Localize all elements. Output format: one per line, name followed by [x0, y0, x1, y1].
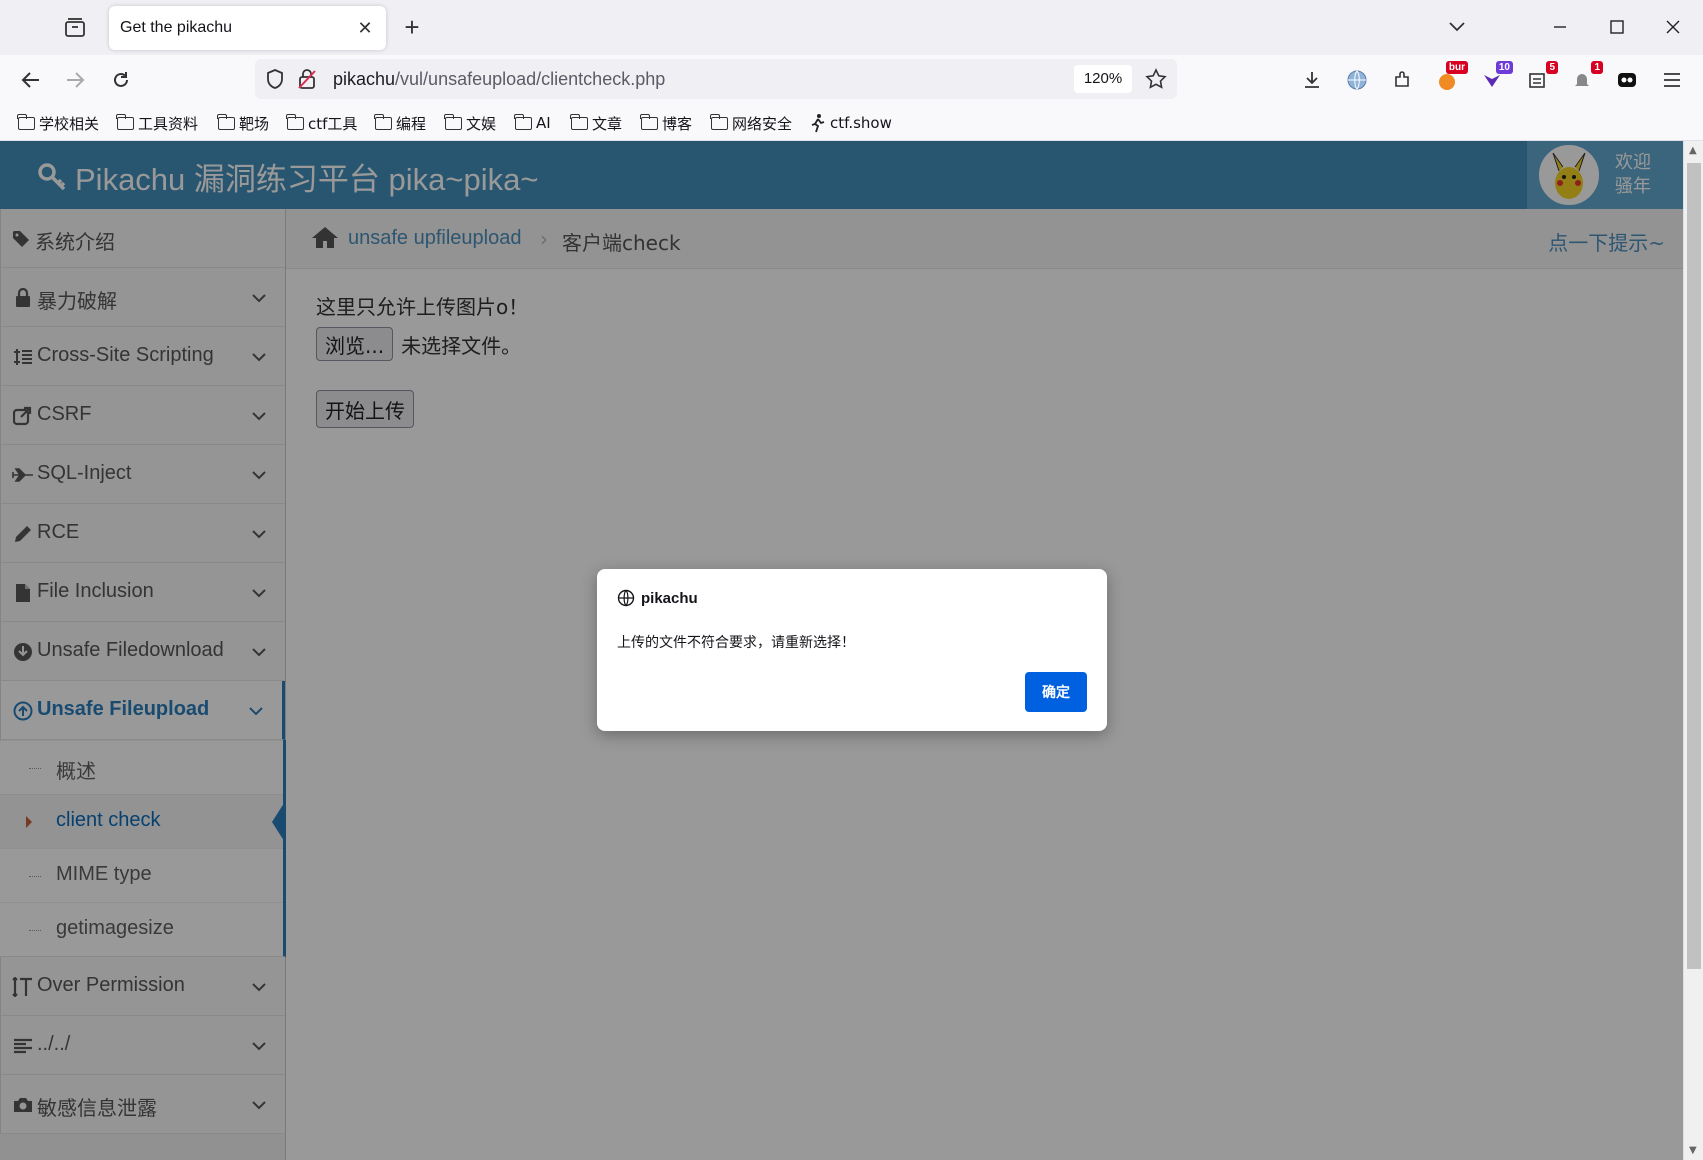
active-tab[interactable]: Get the pikachu ✕	[109, 6, 386, 50]
forward-arrow-icon[interactable]	[60, 65, 90, 95]
bookmarks-toolbar: 学校相关 工具资料 靶场 ctf工具 编程 文娱 AI 文章 博客 网络安全 c…	[0, 105, 1703, 141]
globe-icon	[617, 589, 635, 607]
scroll-down-icon[interactable]: ▼	[1689, 1145, 1697, 1156]
folder-icon	[570, 113, 588, 130]
zoom-level-badge[interactable]: 120%	[1074, 65, 1132, 93]
alert-dialog: pikachu 上传的文件不符合要求，请重新选择！ 确定	[597, 569, 1107, 731]
folder-icon	[116, 113, 134, 130]
bookmark-folder[interactable]: 靶场	[217, 112, 269, 134]
dialog-ok-button[interactable]: 确定	[1025, 672, 1087, 712]
bookmark-folder[interactable]: 文娱	[444, 112, 496, 134]
bookmark-folder[interactable]: 网络安全	[710, 112, 792, 134]
folder-icon	[374, 113, 392, 130]
bookmark-folder[interactable]: 文章	[570, 112, 622, 134]
downloads-icon[interactable]	[1297, 65, 1327, 95]
bookmark-folder[interactable]: ctf工具	[286, 112, 357, 134]
extensions-puzzle-icon[interactable]	[1387, 65, 1417, 95]
bookmark-folder[interactable]: 工具资料	[116, 112, 198, 134]
folder-icon	[514, 113, 532, 130]
folder-icon	[444, 113, 462, 130]
tab-overview-icon[interactable]	[60, 14, 90, 42]
burp-extension-icon[interactable]: bur	[1432, 61, 1468, 95]
scrollbar-thumb[interactable]	[1687, 163, 1701, 969]
mask-extension-icon[interactable]	[1612, 65, 1642, 95]
hackbar-extension-icon[interactable]: 10	[1477, 61, 1513, 95]
folder-icon	[640, 113, 658, 130]
notes-extension-icon[interactable]: 5	[1522, 61, 1558, 95]
bookmark-folder[interactable]: AI	[514, 112, 551, 134]
folder-icon	[217, 113, 235, 130]
folder-icon	[286, 113, 304, 130]
dialog-message: 上传的文件不符合要求，请重新选择！	[617, 635, 855, 651]
minimize-icon[interactable]	[1545, 12, 1575, 42]
folder-icon	[710, 113, 728, 130]
close-window-icon[interactable]	[1658, 12, 1688, 42]
runner-icon	[811, 114, 825, 133]
bookmark-link[interactable]: ctf.show	[810, 112, 892, 134]
bell-extension-icon[interactable]: 1	[1567, 61, 1603, 95]
tab-list-chevron-icon[interactable]	[1442, 12, 1472, 42]
reload-icon[interactable]	[106, 65, 136, 95]
shield-icon[interactable]	[265, 68, 285, 94]
hamburger-menu-icon[interactable]	[1657, 65, 1687, 95]
bookmark-folder[interactable]: 编程	[374, 112, 426, 134]
tab-bar: Get the pikachu ✕ +	[0, 0, 1703, 55]
bookmark-folder[interactable]: 学校相关	[17, 112, 99, 134]
dialog-header: pikachu	[617, 589, 698, 607]
insecure-lock-icon[interactable]	[297, 68, 317, 94]
folder-icon	[17, 113, 35, 130]
scroll-up-icon[interactable]: ▲	[1689, 145, 1697, 156]
new-tab-button[interactable]: +	[398, 14, 426, 42]
page-scrollbar[interactable]: ▲ ▼	[1683, 141, 1703, 1160]
url-text: pikachu/vul/unsafeupload/clientcheck.php	[333, 69, 666, 89]
tab-title: Get the pikachu	[120, 19, 233, 36]
bookmark-folder[interactable]: 博客	[640, 112, 692, 134]
bookmark-star-icon[interactable]	[1143, 66, 1169, 92]
maximize-icon[interactable]	[1602, 12, 1632, 42]
close-tab-icon[interactable]: ✕	[354, 17, 376, 39]
url-bar[interactable]: pikachu/vul/unsafeupload/clientcheck.php…	[255, 59, 1177, 99]
back-arrow-icon[interactable]	[16, 65, 46, 95]
navigation-toolbar: pikachu/vul/unsafeupload/clientcheck.php…	[0, 55, 1703, 105]
globe-extension-icon[interactable]	[1342, 65, 1372, 95]
